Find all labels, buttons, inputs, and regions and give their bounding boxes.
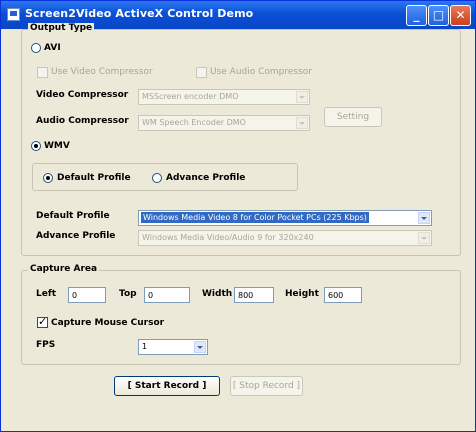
left-input[interactable]: 0 [68, 287, 106, 303]
fps-value: 1 [142, 342, 148, 351]
audio-compressor-label: Audio Compressor [36, 116, 129, 126]
default-profile-radio[interactable] [43, 173, 53, 183]
left-value: 0 [72, 291, 78, 300]
avi-radio[interactable] [31, 43, 41, 53]
chevron-down-icon [194, 341, 206, 353]
window-title: Screen2Video ActiveX Control Demo [25, 7, 254, 20]
width-value: 800 [238, 291, 254, 300]
use-audio-compressor-label: Use Audio Compressor [210, 67, 313, 77]
default-profile-select[interactable]: Windows Media Video 8 for Color Pocket P… [138, 210, 432, 226]
height-label: Height [285, 289, 319, 299]
avi-label: AVI [44, 43, 61, 53]
width-label: Width [202, 289, 233, 299]
chevron-down-icon [418, 212, 430, 224]
close-icon: ✕ [455, 8, 466, 22]
advance-profile-select[interactable]: Windows Media Video/Audio 9 for 320x240 [138, 230, 432, 246]
capture-mouse-cursor-checkbox[interactable] [37, 315, 48, 328]
video-compressor-label: Video Compressor [36, 90, 129, 100]
capture-mouse-cursor-label: Capture Mouse Cursor [51, 318, 165, 328]
start-record-button[interactable]: [ Start Record ] [114, 376, 220, 396]
use-audio-compressor-checkbox[interactable] [196, 67, 207, 78]
default-profile-value: Windows Media Video 8 for Color Pocket P… [141, 212, 369, 223]
video-compressor-value: MSScreen encoder DMO [142, 92, 239, 101]
top-label: Top [119, 289, 137, 299]
fps-select[interactable]: 1 [138, 339, 208, 355]
video-compressor-select[interactable]: MSScreen encoder DMO [138, 89, 310, 105]
audio-compressor-value: WM Speech Encoder DMO [142, 118, 246, 127]
main-window: Screen2Video ActiveX Control Demo _ □ ✕ … [0, 0, 476, 432]
default-profile-radio-label: Default Profile [57, 173, 131, 183]
advance-profile-value: Windows Media Video/Audio 9 for 320x240 [142, 233, 314, 242]
output-type-legend: Output Type [28, 23, 95, 33]
app-icon [7, 8, 20, 21]
height-input[interactable]: 600 [324, 287, 362, 303]
maximize-button[interactable]: □ [428, 5, 449, 26]
wmv-label: WMV [44, 141, 70, 151]
wmv-radio[interactable] [31, 141, 41, 151]
advance-profile-label: Advance Profile [36, 231, 116, 241]
use-video-compressor-label: Use Video Compressor [51, 67, 153, 77]
default-profile-label: Default Profile [36, 211, 110, 221]
close-button[interactable]: ✕ [450, 5, 471, 26]
stop-record-button[interactable]: [ Stop Record ] [230, 376, 303, 396]
use-video-compressor-checkbox[interactable] [37, 67, 48, 78]
top-input[interactable]: 0 [144, 287, 190, 303]
capture-area-legend: Capture Area [28, 264, 100, 274]
audio-compressor-select[interactable]: WM Speech Encoder DMO [138, 115, 310, 131]
minimize-icon: _ [413, 8, 420, 22]
chevron-down-icon [418, 232, 430, 244]
fps-label: FPS [36, 340, 56, 350]
advance-profile-radio-label: Advance Profile [166, 173, 246, 183]
advance-profile-radio[interactable] [152, 173, 162, 183]
width-input[interactable]: 800 [234, 287, 274, 303]
left-label: Left [36, 289, 57, 299]
chevron-down-icon [296, 91, 308, 103]
minimize-button[interactable]: _ [406, 5, 427, 26]
setting-button[interactable]: Setting [324, 107, 382, 127]
maximize-icon: □ [432, 8, 445, 22]
chevron-down-icon [296, 117, 308, 129]
top-value: 0 [148, 291, 154, 300]
height-value: 600 [328, 291, 344, 300]
